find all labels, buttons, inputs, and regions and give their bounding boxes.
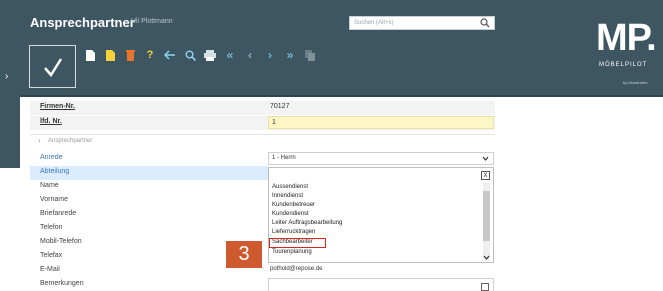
dropdown-item[interactable]: Kundendienst: [272, 211, 309, 217]
lfd-nr-row: lfd. Nr. 1: [30, 116, 495, 130]
lfd-nr-value: 1: [272, 119, 276, 126]
firmen-nr-row: Firmen-Nr. 70127: [30, 101, 495, 115]
mobil-label: Mobil-Telefon: [40, 238, 82, 245]
scrollbar-thumb[interactable]: [483, 191, 490, 241]
print-icon[interactable]: [204, 49, 216, 61]
dropdown-item[interactable]: Tourenplanung: [272, 249, 312, 255]
chevron-right-icon: ›: [38, 136, 41, 145]
abteilung-label: Abteilung: [40, 168, 70, 175]
anrede-select[interactable]: 1 - Herrn: [268, 152, 494, 165]
vorname-row: Vorname: [30, 194, 268, 208]
dropdown-item[interactable]: Lieferrucktragen: [272, 229, 315, 235]
next-icon[interactable]: ›: [264, 48, 276, 62]
selection-highlight: [269, 238, 326, 248]
dropdown-item[interactable]: Innendienst: [272, 193, 303, 199]
checkmark-icon: [43, 57, 62, 77]
telefax-label: Telefax: [40, 252, 63, 259]
email-label: E-Mail: [40, 266, 60, 273]
back-icon[interactable]: [164, 49, 176, 61]
bemerkungen-checkbox[interactable]: [481, 283, 489, 291]
firmen-nr-value: 70127: [270, 103, 290, 110]
toolbar: ? « ‹ › »: [84, 47, 316, 63]
abteilung-row: Abteilung: [30, 166, 268, 180]
app-header: Ansprechpartner Uli Plottmann Suchen (Al…: [0, 0, 663, 97]
abteilung-dropdown[interactable]: X Aussendienst Innendienst Kundenbetreue…: [268, 167, 494, 263]
telefon-row: Telefon: [30, 222, 268, 236]
chevron-right-icon: ›: [5, 71, 9, 82]
first-icon[interactable]: «: [224, 48, 236, 62]
help-icon[interactable]: ?: [144, 49, 156, 61]
side-panel-toggle[interactable]: ›: [0, 53, 20, 168]
name-row: Name: [30, 180, 268, 194]
telefon-label: Telefon: [40, 224, 63, 231]
bemerkungen-row: Bemerkungen: [30, 278, 268, 291]
bemerkungen-label: Bemerkungen: [40, 280, 84, 287]
chevron-down-icon: [482, 156, 489, 161]
briefanrede-row: Briefanrede: [30, 208, 268, 222]
anrede-value: 1 - Herrn: [272, 155, 296, 161]
close-icon[interactable]: X: [481, 171, 490, 180]
email-value[interactable]: pothold@repose.de: [270, 266, 322, 272]
dropdown-item[interactable]: Leiter Auftragsbearbeitung: [272, 220, 342, 226]
window-title: Ansprechpartner: [30, 15, 135, 30]
dropdown-scrollbar[interactable]: [483, 183, 490, 261]
new-document-icon[interactable]: [84, 49, 96, 61]
document-yellow-icon[interactable]: [104, 49, 116, 61]
section-title: Ansprechpartner: [48, 138, 93, 144]
search-box[interactable]: Suchen (Alt+s): [349, 16, 495, 30]
user-name: Uli Plottmann: [131, 18, 173, 25]
logo-wordmark: MÖBELPILOT: [599, 62, 648, 68]
briefanrede-label: Briefanrede: [40, 210, 77, 217]
delete-icon[interactable]: [124, 49, 136, 61]
app-window: Ansprechpartner Uli Plottmann Suchen (Al…: [0, 0, 663, 291]
search-icon[interactable]: [480, 18, 490, 28]
anrede-row: Anrede 1 - Herrn: [30, 152, 495, 166]
logo-mark: MP.: [596, 17, 657, 59]
chevron-down-icon[interactable]: [483, 255, 490, 260]
bemerkungen-field[interactable]: [268, 278, 494, 291]
find-icon[interactable]: [184, 49, 196, 61]
save-button[interactable]: [29, 45, 76, 88]
lfd-nr-field[interactable]: 1: [268, 116, 494, 129]
anrede-label: Anrede: [40, 154, 63, 161]
last-icon[interactable]: »: [284, 48, 296, 62]
name-label: Name: [40, 182, 59, 189]
dropdown-item[interactable]: Aussendienst: [272, 184, 308, 190]
previous-icon[interactable]: ‹: [244, 48, 256, 62]
section-header[interactable]: › Ansprechpartner: [30, 134, 495, 148]
copy-icon[interactable]: [304, 49, 316, 61]
firmen-nr-label: Firmen-Nr.: [40, 103, 76, 110]
moebelpilot-logo: MP. MÖBELPILOT by Mondrahm: [596, 17, 657, 93]
email-row: E-Mail pothold@repose.de: [30, 264, 495, 278]
logo-byline: by Mondrahm: [623, 80, 648, 85]
dropdown-item[interactable]: Kundenbetreuer: [272, 202, 315, 208]
vorname-label: Vorname: [40, 196, 69, 203]
step-badge: 3: [226, 241, 262, 268]
search-input[interactable]: Suchen (Alt+s): [354, 20, 394, 26]
lfd-nr-label: lfd. Nr.: [40, 118, 62, 125]
